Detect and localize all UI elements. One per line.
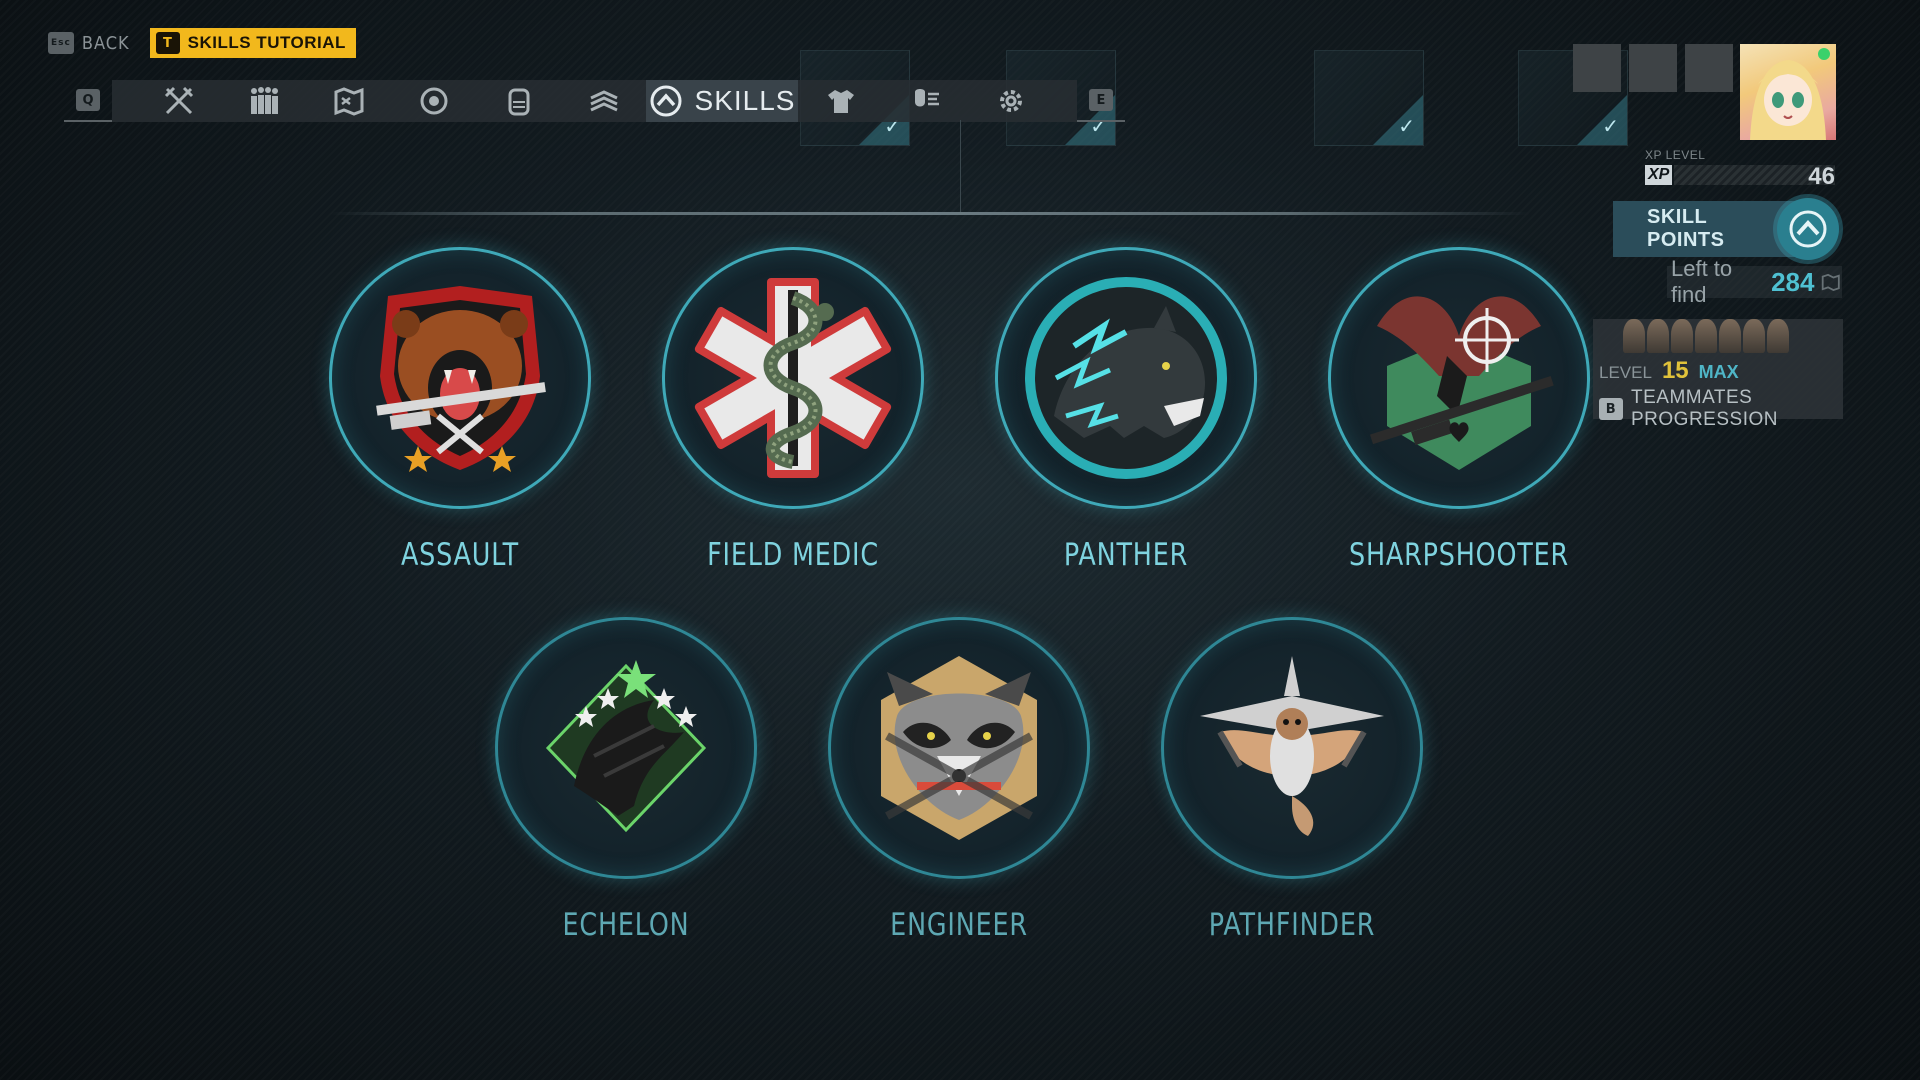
skills-tutorial-button[interactable]: T SKILLS TUTORIAL (149, 28, 356, 58)
left-to-find: Left to find 284 (1667, 256, 1842, 307)
skill-ring (828, 617, 1090, 879)
teammate-portrait (1623, 319, 1645, 353)
flying-squirrel-emblem-icon (1200, 656, 1384, 836)
teammate-portrait (1743, 319, 1765, 353)
prev-tab-key[interactable]: Q (64, 80, 112, 122)
esc-key: Esc (48, 32, 74, 54)
map-icon (1822, 273, 1841, 292)
left-to-find-count: 284 (1771, 266, 1815, 297)
quick-slots (1573, 44, 1733, 92)
next-tab-key[interactable]: E (1077, 80, 1125, 122)
divider (330, 212, 1530, 215)
back-label: BACK (81, 32, 130, 54)
tab-profile[interactable] (883, 80, 968, 122)
avatar[interactable] (1740, 44, 1836, 140)
skill-points-icon (1777, 198, 1839, 260)
raven-emblem-icon (545, 660, 707, 833)
backpack-icon (508, 88, 529, 116)
eagle-sniper-emblem-icon (1369, 296, 1554, 470)
outfit-icon (827, 90, 854, 113)
tab-settings[interactable] (968, 80, 1053, 122)
skill-name: SHARPSHOOTER (1349, 537, 1569, 573)
divider-vertical (960, 120, 961, 212)
skill-points-label: SKILL POINTS (1647, 206, 1725, 251)
empty-slot[interactable] (1573, 44, 1621, 92)
skill-name: ECHELON (562, 907, 690, 943)
skill-sharpshooter[interactable]: SHARPSHOOTER (1324, 247, 1594, 573)
tab-skills[interactable]: SKILLS (646, 80, 798, 122)
skill-echelon[interactable]: ECHELON (491, 617, 761, 943)
teammate-portrait (1719, 319, 1741, 353)
teammates-progression-button[interactable]: B TEAMMATES PROGRESSION (1599, 387, 1843, 431)
back-button[interactable]: Esc BACK (48, 32, 130, 54)
xp-badge: XP (1645, 165, 1673, 185)
teammate-portrait (1671, 319, 1693, 353)
skill-ring (495, 617, 757, 879)
teammates-level-value: 15 (1661, 357, 1689, 384)
skill-name: PANTHER (1063, 537, 1189, 573)
tab-weapons[interactable] (136, 80, 221, 122)
teammate-portrait (1767, 319, 1789, 353)
teammates-portraits (1593, 319, 1843, 355)
teammates-level: LEVEL 15 MAX (1599, 357, 1739, 385)
tutorial-label: SKILLS TUTORIAL (187, 33, 346, 52)
nav-tabs: SKILLS (112, 80, 1077, 122)
empty-slot[interactable] (1685, 44, 1733, 92)
teammates-progression-panel[interactable]: LEVEL 15 MAX B TEAMMATES PROGRESSION (1593, 319, 1843, 430)
left-to-find-label: Left to find (1671, 256, 1733, 307)
squad-icon (250, 87, 278, 114)
skill-name: PATHFINDER (1208, 907, 1376, 943)
skill-field-medic[interactable]: FIELD MEDIC (658, 247, 928, 573)
skill-ring (329, 247, 591, 509)
skill-panther[interactable]: PANTHER (991, 247, 1261, 573)
tab-outfit[interactable] (798, 80, 883, 122)
tab-map[interactable] (306, 80, 391, 122)
settings-icon (999, 90, 1022, 112)
skill-name: ASSAULT (400, 537, 520, 573)
map-icon (334, 87, 363, 116)
teammates-progression-label: TEAMMATES PROGRESSION (1631, 387, 1778, 430)
b-key: B (1599, 398, 1623, 420)
teammate-portrait (1647, 319, 1669, 353)
tab-objectives[interactable] (391, 80, 476, 122)
intel-icon (589, 90, 618, 112)
xp-progress-bar: 46 (1674, 163, 1835, 190)
profile-icon (914, 89, 939, 107)
xp-row: XP 46 (1645, 163, 1835, 190)
skills-icon (650, 85, 682, 117)
xp-level-value: 46 (1808, 163, 1835, 190)
panther-emblem-icon (1025, 277, 1227, 479)
snake-medic-emblem-icon (694, 278, 892, 478)
skill-engineer[interactable]: ENGINEER (824, 617, 1094, 943)
skill-ring (1328, 247, 1590, 509)
tab-squad[interactable] (221, 80, 306, 122)
skill-ring (995, 247, 1257, 509)
skill-ring (662, 247, 924, 509)
target-icon (420, 87, 447, 115)
skill-name: FIELD MEDIC (707, 537, 879, 573)
skill-pathfinder[interactable]: PATHFINDER (1157, 617, 1427, 943)
skill-ring (1161, 617, 1423, 879)
ghost-card: ✓ (1314, 50, 1424, 146)
tutorial-key: T (155, 32, 180, 54)
skill-name: ENGINEER (890, 907, 1028, 943)
tab-loadout[interactable] (476, 80, 561, 122)
online-indicator (1818, 48, 1830, 60)
teammates-level-label: LEVEL (1599, 363, 1652, 382)
main-nav: Q SKILLS E (64, 80, 1164, 122)
teammates-max-label: MAX (1698, 362, 1739, 382)
raccoon-emblem-icon (881, 656, 1037, 840)
bear-emblem-icon (376, 286, 546, 472)
teammate-portrait (1695, 319, 1717, 353)
skill-assault[interactable]: ASSAULT (325, 247, 595, 573)
weapons-icon (164, 86, 193, 115)
empty-slot[interactable] (1629, 44, 1677, 92)
xp-level-label: XP LEVEL (1645, 148, 1706, 162)
top-bar: Esc BACK T SKILLS TUTORIAL (48, 28, 356, 58)
tab-skills-label: SKILLS (694, 85, 796, 116)
tab-intel[interactable] (561, 80, 646, 122)
